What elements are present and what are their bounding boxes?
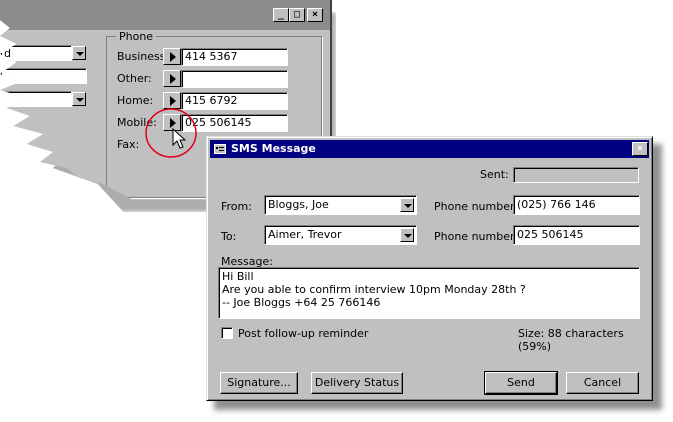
left-field-3[interactable] [0,91,72,107]
delivery-status-button[interactable]: Delivery Status [311,372,403,394]
cancel-button[interactable]: Cancel [566,372,639,394]
business-phone-field[interactable]: 414 5367 [181,48,288,66]
sms-dialog: SMS Message × Sent: From: Bloggs, Joe Ph… [206,136,653,401]
size-text: Size: 88 characters (59%) [518,327,624,353]
maximize-button[interactable]: □ [289,8,305,22]
to-phone-field[interactable]: 025 506145 [513,225,640,245]
message-textarea[interactable]: Hi Bill Are you able to confirm intervie… [218,267,640,319]
phone-group-title: Phone [116,30,157,43]
business-dial-button[interactable] [163,48,181,65]
from-phone-label: Phone number: [434,200,519,213]
from-select[interactable]: Bloggs, Joe [264,195,417,215]
left-field-3-dropdown-icon[interactable] [72,92,86,106]
close-button[interactable]: × [307,8,323,22]
dialog-close-button[interactable]: × [632,142,648,156]
sent-field [513,167,639,183]
left-field-1-dropdown-icon[interactable] [72,46,86,60]
mouse-cursor-icon [172,128,187,149]
other-phone-field[interactable] [181,70,288,88]
follow-up-checkbox[interactable] [221,327,233,339]
follow-up-label: Post follow-up reminder [238,327,369,340]
to-select[interactable]: Aimer, Trevor [264,225,417,245]
minimize-button[interactable]: _ [273,8,289,22]
dialog-title: SMS Message [231,142,316,155]
from-dropdown-icon[interactable] [400,198,414,212]
signature-button[interactable]: Signature... [220,372,298,394]
highlight-circle-icon [145,108,197,158]
sent-label: Sent: [480,168,509,181]
other-label: Other: [117,72,152,85]
business-label: Business: [117,50,170,63]
from-label: From: [221,200,252,213]
to-phone-label: Phone number: [434,230,519,243]
left-field-1[interactable]: d [0,45,72,61]
to-label: To: [221,230,237,243]
other-dial-button[interactable] [163,70,181,87]
to-dropdown-icon[interactable] [400,228,414,242]
left-field-2[interactable] [0,68,87,84]
fax-label: Fax: [117,138,140,151]
dialog-titlebar: SMS Message × [210,140,649,158]
send-button[interactable]: Send [484,371,558,395]
sms-app-icon [214,144,226,154]
from-phone-field[interactable]: (025) 766 146 [513,195,640,215]
